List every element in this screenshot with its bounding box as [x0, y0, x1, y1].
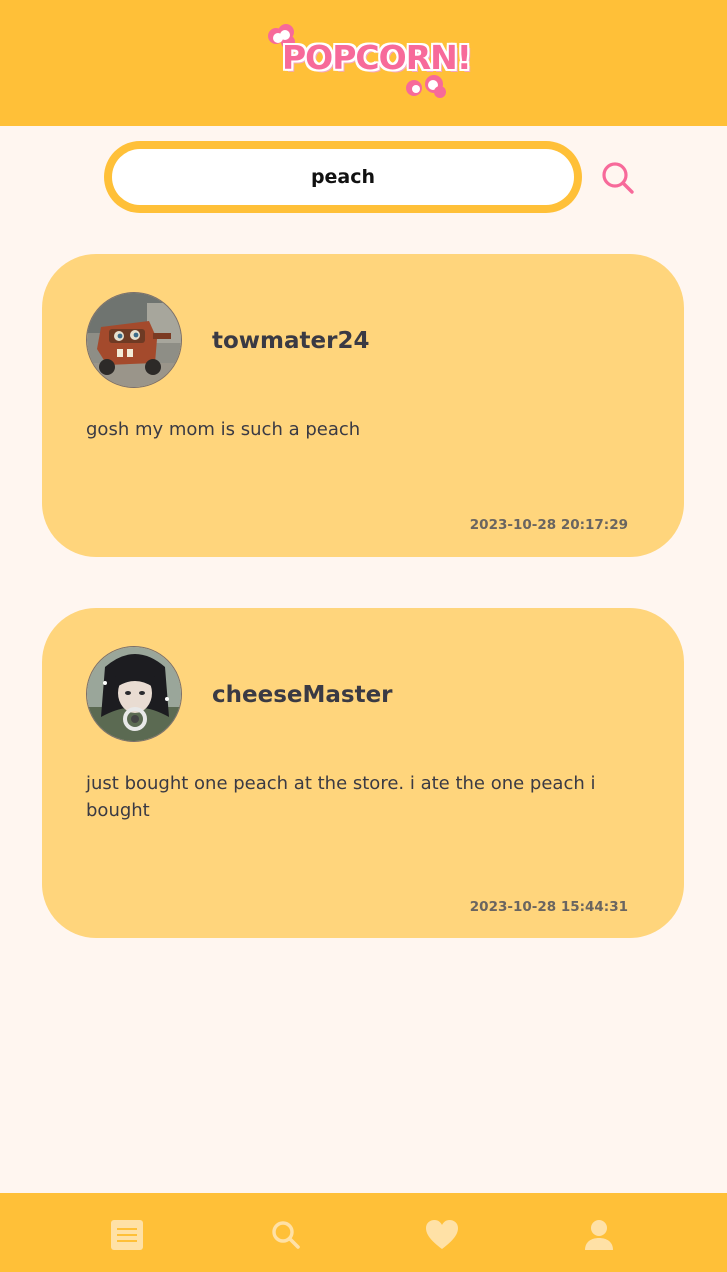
feed-icon — [111, 1220, 143, 1250]
search-icon — [272, 1221, 300, 1249]
nav-profile[interactable] — [581, 1218, 617, 1252]
avatar[interactable] — [86, 292, 182, 388]
bottom-nav — [0, 1193, 727, 1272]
header: POPCORN! — [0, 0, 727, 126]
search-bar — [104, 141, 582, 213]
avatar-tow-truck-image — [87, 293, 181, 387]
avatar[interactable] — [86, 646, 182, 742]
post-card[interactable]: towmater24 gosh my mom is such a peach 2… — [42, 254, 684, 557]
search-icon — [602, 162, 634, 194]
post-text: gosh my mom is such a peach — [86, 419, 361, 440]
search-button[interactable] — [598, 158, 638, 198]
popcorn-logo[interactable]: POPCORN! — [266, 22, 472, 102]
post-text: just bought one peach at the store. i at… — [86, 773, 596, 821]
nav-feed[interactable] — [109, 1218, 145, 1252]
app-root: POPCORN! peach towmater24 gosh my mom is… — [0, 0, 727, 1272]
search-input[interactable] — [112, 149, 574, 205]
user-icon — [585, 1220, 613, 1250]
avatar-anime-character-image — [87, 647, 181, 741]
nav-favorites[interactable] — [424, 1218, 460, 1252]
popcorn-kernel-icon — [406, 75, 446, 98]
nav-search[interactable] — [268, 1218, 304, 1252]
heart-icon — [426, 1220, 458, 1249]
post-username[interactable]: towmater24 — [212, 328, 369, 354]
post-timestamp: 2023-10-28 15:44:31 — [469, 899, 628, 915]
post-timestamp: 2023-10-28 20:17:29 — [469, 517, 628, 533]
post-card[interactable]: cheeseMaster just bought one peach at th… — [42, 608, 684, 938]
post-username[interactable]: cheeseMaster — [212, 682, 393, 708]
